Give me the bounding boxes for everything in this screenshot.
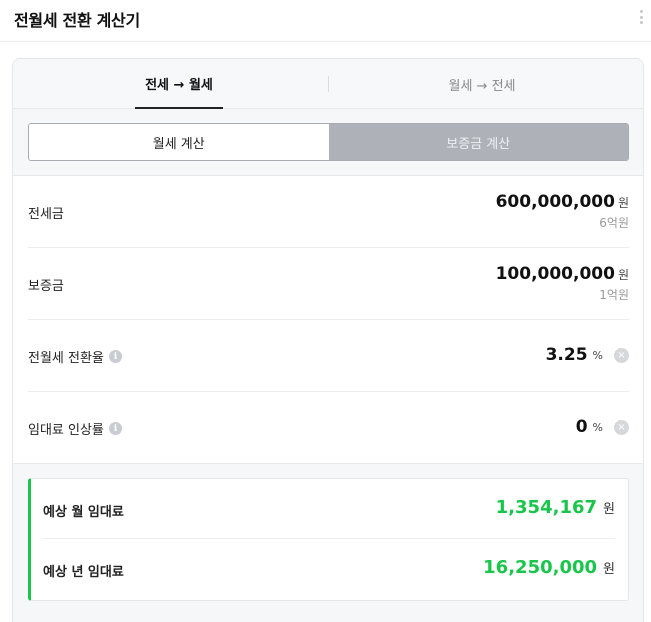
conversion-rate-value[interactable]: 3.25 % × bbox=[546, 345, 629, 365]
yearly-rent-unit: 원 bbox=[603, 562, 615, 577]
deposit-calc-button[interactable]: 보증금 계산 bbox=[328, 124, 628, 160]
rent-increase-number: 0 bbox=[575, 417, 588, 437]
info-icon[interactable]: i bbox=[108, 350, 122, 363]
monthly-rent-value: 1,354,167 원 bbox=[496, 497, 615, 518]
yearly-rent-amount: 16,250,000 bbox=[483, 557, 598, 578]
monthly-rent-label: 예상 월 임대료 bbox=[43, 505, 124, 520]
conversion-rate-row[interactable]: 전월세 전환율 i 3.25 % × bbox=[28, 320, 629, 392]
jeonse-value[interactable]: 600,000,000 원 6억원 bbox=[496, 192, 629, 231]
yearly-rent-result: 예상 년 임대료 16,250,000 원 bbox=[43, 539, 615, 599]
clear-icon[interactable]: × bbox=[614, 419, 629, 435]
jeonse-amount: 600,000,000 bbox=[495, 192, 615, 212]
more-dot bbox=[639, 15, 643, 19]
tab-divider bbox=[328, 76, 329, 92]
more-dot bbox=[639, 21, 643, 24]
deposit-value[interactable]: 100,000,000 원 1억원 bbox=[496, 264, 629, 303]
monthly-rent-result: 예상 월 임대료 1,354,167 원 bbox=[43, 479, 615, 539]
conversion-rate-label: 전월세 전환율 i bbox=[28, 347, 122, 366]
app-header: 전월세 전환 계산기 bbox=[0, 0, 651, 42]
page-title: 전월세 전환 계산기 bbox=[14, 11, 140, 30]
rent-increase-value[interactable]: 0 % × bbox=[576, 417, 629, 437]
clear-icon[interactable]: × bbox=[614, 347, 629, 363]
deposit-unit: 원 bbox=[617, 268, 629, 282]
more-vertical-icon[interactable] bbox=[637, 8, 645, 26]
jeonse-korean-amount: 6억원 bbox=[599, 216, 629, 230]
tab-wolse-to-jeonse[interactable]: 월세 → 전세 bbox=[417, 59, 547, 109]
monthly-rent-amount: 1,354,167 bbox=[495, 497, 598, 518]
jeonse-label-text: 전세금 bbox=[28, 207, 64, 222]
calc-type-area: 월세 계산 보증금 계산 bbox=[13, 109, 643, 176]
conversion-rate-label-text: 전월세 전환율 bbox=[28, 351, 104, 366]
jeonse-unit: 원 bbox=[617, 196, 629, 210]
calculator-card: 전세 → 월세 월세 → 전세 월세 계산 보증금 계산 전세금 600,000… bbox=[12, 58, 644, 622]
tab-jeonse-to-wolse[interactable]: 전세 → 월세 bbox=[135, 59, 223, 109]
info-icon[interactable]: i bbox=[108, 422, 122, 435]
jeonse-label: 전세금 bbox=[28, 203, 64, 222]
monthly-rent-unit: 원 bbox=[603, 502, 615, 517]
jeonse-row[interactable]: 전세금 600,000,000 원 6억원 bbox=[28, 176, 629, 248]
more-dot bbox=[639, 10, 643, 13]
yearly-rent-label: 예상 년 임대료 bbox=[43, 565, 124, 580]
conversion-rate-unit: % bbox=[592, 348, 603, 362]
deposit-label-text: 보증금 bbox=[28, 279, 64, 294]
monthly-calc-button[interactable]: 월세 계산 bbox=[29, 124, 329, 160]
input-fields: 전세금 600,000,000 원 6억원 보증금 100,000,000 원 1억… bbox=[13, 176, 643, 464]
deposit-row[interactable]: 보증금 100,000,000 원 1억원 bbox=[28, 248, 629, 320]
deposit-label: 보증금 bbox=[28, 275, 64, 294]
deposit-korean-amount: 1억원 bbox=[599, 288, 629, 302]
rent-increase-unit: % bbox=[592, 420, 603, 434]
calc-type-toggle: 월세 계산 보증금 계산 bbox=[28, 123, 629, 161]
result-section: 예상 월 임대료 1,354,167 원 예상 년 임대료 16,250,000… bbox=[13, 464, 643, 622]
rent-increase-label-text: 임대료 인상률 bbox=[28, 423, 104, 438]
mode-tabs: 전세 → 월세 월세 → 전세 bbox=[13, 59, 643, 109]
deposit-amount: 100,000,000 bbox=[495, 264, 615, 284]
rent-increase-label: 임대료 인상률 i bbox=[28, 419, 122, 438]
yearly-rent-value: 16,250,000 원 bbox=[483, 557, 615, 578]
result-panel: 예상 월 임대료 1,354,167 원 예상 년 임대료 16,250,000… bbox=[28, 478, 629, 601]
rent-increase-row[interactable]: 임대료 인상률 i 0 % × bbox=[28, 392, 629, 464]
conversion-rate-number: 3.25 bbox=[545, 345, 588, 365]
